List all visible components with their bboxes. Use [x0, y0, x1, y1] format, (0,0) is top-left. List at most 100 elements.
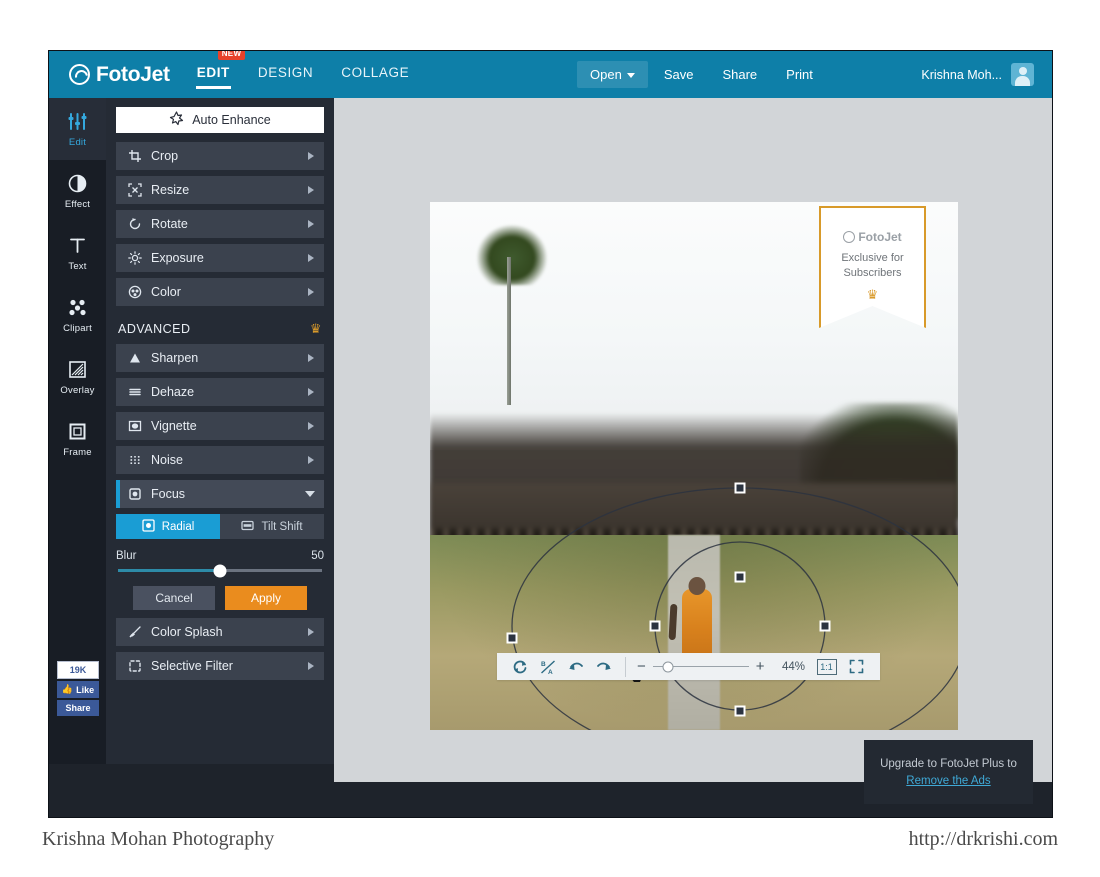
sidebar-item-effect[interactable]: Effect	[49, 160, 106, 222]
focus-handle-inner-right[interactable]	[819, 620, 831, 632]
sliders-icon	[67, 110, 88, 133]
focus-tab-tilt-shift[interactable]: Tilt Shift	[220, 514, 324, 539]
facebook-like-label: Like	[76, 684, 95, 695]
open-label: Open	[590, 67, 622, 82]
fotojet-logo-icon	[69, 64, 90, 85]
selective-filter-icon	[125, 659, 144, 673]
fotojet-logo-icon	[843, 231, 856, 243]
rotate-icon	[125, 217, 144, 231]
canvas-toolbar: B A − + 44% 1:1	[497, 653, 880, 680]
fit-screen-icon[interactable]	[843, 653, 871, 680]
resize-icon	[125, 183, 144, 197]
ribbon-brand: FotoJet	[821, 230, 924, 244]
ribbon-brand-label: FotoJet	[858, 230, 902, 244]
reset-icon[interactable]	[506, 653, 534, 680]
sidebar-item-clipart[interactable]: Clipart	[49, 284, 106, 346]
undo-icon[interactable]	[562, 653, 590, 680]
blur-slider-handle[interactable]	[213, 564, 227, 577]
tool-exposure-label: Exposure	[151, 251, 204, 265]
auto-enhance-label: Auto Enhance	[192, 113, 271, 127]
tool-rotate-label: Rotate	[151, 217, 188, 231]
sidebar-item-overlay[interactable]: Overlay	[49, 346, 106, 408]
facebook-widget: 19K 👍 Like Share	[57, 661, 99, 716]
avatar	[1011, 63, 1034, 86]
svg-text:A: A	[548, 669, 553, 675]
brush-icon	[125, 625, 144, 639]
compare-ba-icon[interactable]: B A	[534, 653, 562, 680]
focus-handle-left[interactable]	[506, 632, 518, 644]
sidebar-item-effect-label: Effect	[64, 199, 91, 210]
blur-slider[interactable]	[118, 564, 322, 577]
editor-workspace: FotoJet Exclusive for Subscribers ♛ B A …	[334, 98, 1052, 782]
chevron-right-icon	[308, 388, 314, 396]
tool-focus[interactable]: Focus	[116, 480, 324, 508]
focus-tab-radial[interactable]: Radial	[116, 514, 220, 539]
actual-size-button[interactable]: 1:1	[816, 658, 837, 675]
tab-design[interactable]: DESIGN	[257, 61, 314, 89]
account-menu[interactable]: Krishna Moh...	[921, 51, 1034, 98]
chevron-right-icon	[308, 186, 314, 194]
print-button[interactable]: Print	[773, 61, 826, 88]
topbar-actions: Open Save Share Print	[577, 51, 826, 98]
photo-palm-crown	[477, 225, 547, 285]
chevron-right-icon	[308, 254, 314, 262]
focus-handle-top[interactable]	[734, 482, 746, 494]
caption-left: Krishna Mohan Photography	[42, 828, 275, 850]
tool-vignette[interactable]: Vignette	[116, 412, 324, 440]
tool-dehaze[interactable]: Dehaze	[116, 378, 324, 406]
tab-edit[interactable]: EDIT NEW	[195, 51, 246, 89]
blur-slider-fill	[118, 569, 220, 572]
focus-handle-inner-bottom[interactable]	[734, 705, 746, 717]
tool-resize[interactable]: Resize	[116, 176, 324, 204]
text-t-icon	[67, 234, 88, 257]
zoom-out-button[interactable]: −	[633, 658, 650, 675]
magic-wand-icon	[169, 111, 184, 129]
auto-enhance-button[interactable]: Auto Enhance	[116, 107, 324, 133]
apply-button[interactable]: Apply	[225, 586, 307, 610]
tool-color-splash[interactable]: Color Splash	[116, 618, 324, 646]
open-button[interactable]: Open	[577, 61, 648, 88]
photo-monk-robe	[681, 589, 712, 662]
remove-ads-link[interactable]: Remove the Ads	[906, 775, 990, 787]
app-logo: FotoJet	[69, 63, 170, 87]
facebook-like-button[interactable]: 👍 Like	[57, 681, 99, 698]
cancel-button[interactable]: Cancel	[133, 586, 215, 610]
tool-rotate[interactable]: Rotate	[116, 210, 324, 238]
tool-crop[interactable]: Crop	[116, 142, 324, 170]
zoom-in-button[interactable]: +	[752, 658, 769, 675]
chevron-right-icon	[308, 422, 314, 430]
thumbs-up-icon: 👍	[61, 684, 74, 694]
save-button[interactable]: Save	[651, 61, 707, 88]
blur-slider-header: Blur 50	[116, 550, 324, 562]
image-canvas[interactable]: FotoJet Exclusive for Subscribers ♛	[430, 202, 958, 730]
chevron-right-icon	[308, 152, 314, 160]
facebook-like-count: 19K	[57, 661, 99, 679]
tool-noise[interactable]: Noise	[116, 446, 324, 474]
tilt-shift-icon	[241, 519, 255, 535]
contrast-circle-icon	[67, 172, 88, 195]
facebook-share-button[interactable]: Share	[57, 700, 99, 716]
sidebar-item-edit[interactable]: Edit	[49, 98, 106, 160]
zoom-slider-handle[interactable]	[662, 661, 674, 672]
focus-handle-inner-left[interactable]	[649, 620, 661, 632]
noise-icon	[125, 453, 144, 467]
focus-tab-radial-label: Radial	[161, 520, 195, 533]
tool-sharpen[interactable]: Sharpen	[116, 344, 324, 372]
redo-icon[interactable]	[590, 653, 618, 680]
share-button[interactable]: Share	[709, 61, 770, 88]
focus-handle-inner-top[interactable]	[734, 571, 746, 583]
tool-selective-filter[interactable]: Selective Filter	[116, 652, 324, 680]
tool-color[interactable]: Color	[116, 278, 324, 306]
brand-name: FotoJet	[96, 62, 170, 86]
tool-crop-label: Crop	[151, 149, 179, 163]
tool-exposure[interactable]: Exposure	[116, 244, 324, 272]
advanced-section-header: ADVANCED ♛	[116, 312, 324, 344]
tab-collage[interactable]: COLLAGE	[340, 61, 410, 89]
sidebar-item-text[interactable]: Text	[49, 222, 106, 284]
sidebar-item-frame[interactable]: Frame	[49, 408, 106, 470]
tool-color-splash-label: Color Splash	[151, 625, 223, 639]
zoom-slider[interactable]	[652, 661, 749, 672]
sidebar-item-edit-label: Edit	[68, 137, 87, 148]
caption-right: http://drkrishi.com	[908, 828, 1058, 850]
crown-icon: ♛	[866, 287, 879, 302]
